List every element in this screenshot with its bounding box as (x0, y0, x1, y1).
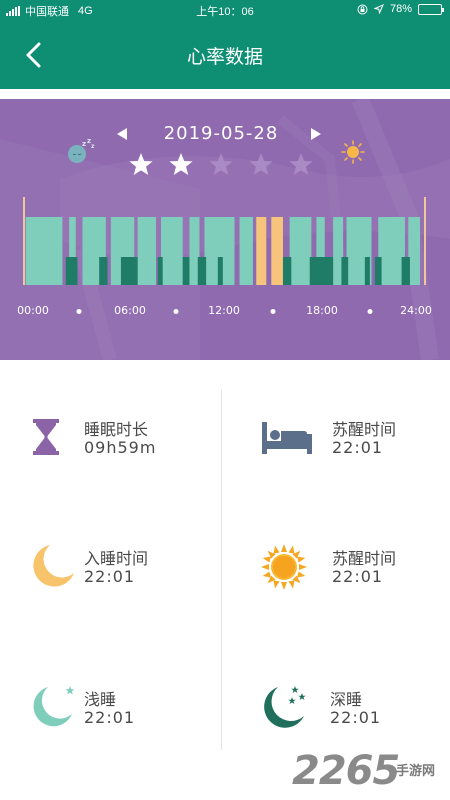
time-tick-dot (367, 309, 373, 314)
time-tick-dot (76, 309, 82, 314)
stat-label: 睡眠时长 (84, 422, 149, 439)
watermark-suffix: 手游网 (396, 763, 436, 778)
time-tick-label: 18:00 (306, 304, 338, 317)
deep-sleep-bar (65, 257, 78, 285)
deep-sleep-bar (341, 257, 349, 285)
rotation-lock-icon (357, 4, 368, 14)
stat-wake-time-sun: 苏醒时间 22:01 (260, 544, 440, 595)
rating-star-icon (129, 153, 153, 175)
rating-star-icon (169, 153, 193, 175)
light-sleep-bar (378, 217, 405, 285)
stat-label: 浅睡 (84, 692, 117, 709)
light-sleep-moon-icon (33, 686, 75, 727)
deep-sleep-bar (401, 257, 410, 285)
stat-value: 09h59m (84, 438, 157, 457)
sleep-stage-chart (23, 197, 426, 285)
stat-deep-sleep: 深睡 22:01 (260, 686, 440, 736)
boundary-marker (23, 197, 25, 285)
stat-label: 苏醒时间 (332, 422, 397, 439)
deep-sleep-bar (120, 257, 138, 285)
stats-divider (221, 390, 222, 750)
stat-label: 苏醒时间 (332, 551, 397, 568)
hourglass-icon (33, 419, 59, 455)
stat-light-sleep: 浅睡 22:01 (30, 686, 210, 736)
time-tick-label: 12:00 (208, 304, 240, 317)
awake-segment-bar (271, 217, 283, 285)
stat-label: 入睡时间 (84, 551, 149, 568)
deep-sleep-bar (182, 257, 190, 285)
deep-sleep-bar (282, 257, 292, 285)
date-selector: 2019-05-28 (0, 121, 450, 149)
battery-icon (418, 3, 444, 15)
triangle-left-icon (117, 128, 127, 140)
triangle-right-icon (311, 128, 321, 140)
sun-icon (341, 140, 365, 164)
deep-sleep-moon-icon (264, 686, 306, 728)
stat-value: 22:01 (332, 567, 384, 586)
time-tick-label: 24:00 (400, 304, 432, 317)
watermark-logo: 2265 手游网 (292, 748, 450, 796)
status-bar: 中国联通 4G 上午10：06 78% (0, 0, 450, 20)
deep-sleep-bar (217, 257, 223, 285)
time-tick-dot (173, 309, 179, 314)
location-icon (373, 4, 384, 14)
light-sleep-bar (161, 217, 183, 285)
boundary-marker (424, 197, 426, 285)
battery-percent: 78% (389, 3, 412, 15)
stat-sleep-duration: 睡眠时长 09h59m (30, 416, 210, 466)
time-axis: 00:00 06:00 12:00 18:00 24:00 (0, 304, 450, 320)
stat-wake-time-bed: 苏醒时间 22:01 (260, 416, 440, 466)
time-tick-dot (270, 309, 276, 314)
stat-value: 22:01 (330, 708, 382, 727)
watermark-brand: 2265 (292, 748, 400, 794)
stat-label: 深睡 (330, 692, 363, 709)
next-day-button[interactable] (308, 125, 324, 143)
page-title: 心率数据 (186, 47, 263, 68)
deep-sleep-bar (364, 257, 370, 285)
sleep-quality-rating (128, 152, 318, 178)
light-sleep-bar (408, 217, 420, 285)
time-tick-label: 00:00 (17, 304, 49, 317)
crescent-moon-icon (33, 545, 74, 587)
time-tick-label: 06:00 (114, 304, 146, 317)
current-date: 2019-05-28 (163, 123, 279, 144)
light-sleep-bar (25, 217, 63, 285)
rating-star-icon (249, 153, 273, 175)
sleep-chart-panel: z z z 2019-05-28 00:00 06:00 12:00 18:00 24:… (0, 99, 450, 360)
sun-icon (261, 544, 307, 590)
light-sleep-bar (289, 217, 312, 285)
bed-icon (262, 422, 312, 454)
light-sleep-bar (137, 217, 156, 285)
stat-value: 22:01 (332, 438, 384, 457)
stat-value: 22:01 (84, 708, 136, 727)
previous-day-button[interactable] (114, 125, 130, 143)
nav-bar: 心率数据 (0, 20, 450, 89)
deep-sleep-bar (99, 257, 108, 285)
rating-star-icon (209, 153, 233, 175)
deep-sleep-bar (157, 257, 163, 285)
rating-star-icon (289, 153, 313, 175)
light-sleep-bar (239, 217, 253, 285)
deep-sleep-bar (197, 257, 207, 285)
stat-sleep-time: 入睡时间 22:01 (30, 545, 210, 595)
deep-sleep-bar (374, 257, 382, 285)
deep-sleep-bar (309, 257, 334, 285)
awake-segment-bar (256, 217, 267, 285)
stat-value: 22:01 (84, 567, 136, 586)
